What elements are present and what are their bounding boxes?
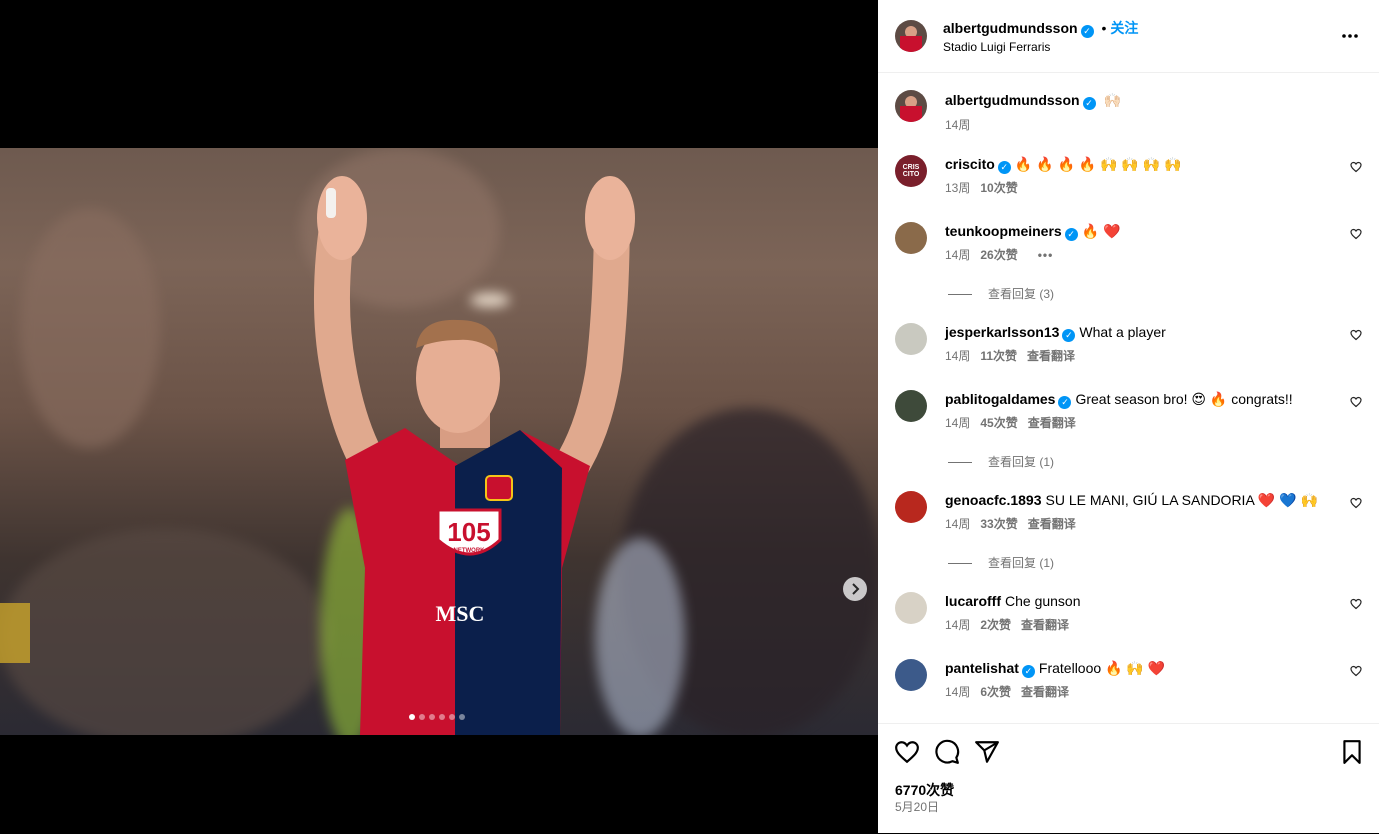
comment-like-count[interactable]: 26次赞 bbox=[980, 248, 1017, 262]
post-location[interactable]: Stadio Luigi Ferraris bbox=[943, 40, 1050, 54]
chevron-right-icon bbox=[852, 583, 860, 595]
comment-like-count[interactable]: 11次赞 bbox=[980, 349, 1017, 363]
comment-username[interactable]: pantelishat bbox=[945, 660, 1019, 676]
comment-username[interactable]: pablitogaldames bbox=[945, 391, 1055, 407]
comment-username[interactable]: criscito bbox=[945, 156, 995, 172]
comment-text: Fratellooo 🔥 🙌 ❤️ bbox=[1038, 660, 1166, 676]
avatar[interactable] bbox=[895, 659, 927, 691]
view-replies-label[interactable]: 查看回复 (3) bbox=[988, 287, 1054, 301]
avatar[interactable] bbox=[895, 90, 927, 122]
caption-text: 🙌🏻 bbox=[1103, 92, 1121, 108]
share-icon[interactable] bbox=[974, 739, 1000, 765]
comment-like-heart-icon[interactable] bbox=[1350, 497, 1362, 509]
avatar[interactable]: CRIS CITO bbox=[895, 155, 927, 187]
post-actions: 6770次赞 5月20日 bbox=[878, 723, 1379, 834]
carousel-next-button[interactable] bbox=[843, 577, 867, 601]
caption-age: 14周 bbox=[945, 118, 971, 132]
comment-text: 🔥 ❤️ bbox=[1081, 223, 1121, 239]
post-photo[interactable]: 105 NETWORK MSC bbox=[0, 148, 878, 735]
shirt-sponsor-text: MSC bbox=[436, 601, 485, 626]
see-translation-link[interactable]: 查看翻译 bbox=[1028, 416, 1076, 430]
comment-like-heart-icon[interactable] bbox=[1350, 161, 1362, 173]
comment-age: 14周 bbox=[945, 248, 971, 262]
comment-like-count[interactable]: 45次赞 bbox=[980, 416, 1017, 430]
comment-like-count[interactable]: 10次赞 bbox=[980, 181, 1017, 195]
comment-like-count[interactable]: 33次赞 bbox=[980, 517, 1017, 531]
avatar[interactable] bbox=[895, 491, 927, 523]
see-translation-link[interactable]: 查看翻译 bbox=[1021, 685, 1069, 699]
comment-like-heart-icon[interactable] bbox=[1350, 228, 1362, 240]
view-replies-link[interactable]: 查看回复 (3) bbox=[948, 285, 1054, 302]
comment-like-heart-icon[interactable] bbox=[1350, 598, 1362, 610]
carousel-dot[interactable] bbox=[439, 714, 445, 720]
view-replies-label[interactable]: 查看回复 (1) bbox=[988, 455, 1054, 469]
comment-like-count[interactable]: 2次赞 bbox=[980, 618, 1011, 632]
verified-badge-icon: ✓ bbox=[1021, 665, 1035, 678]
view-replies-link[interactable]: 查看回复 (1) bbox=[948, 554, 1054, 571]
comment-text: Great season bro! 😍 🔥 congrats!! bbox=[1075, 391, 1293, 407]
verified-badge-icon: ✓ bbox=[1064, 228, 1078, 241]
comment-icon[interactable] bbox=[934, 739, 960, 765]
comment-like-heart-icon[interactable] bbox=[1350, 665, 1362, 677]
avatar[interactable] bbox=[895, 592, 927, 624]
separator-dot: • bbox=[1101, 20, 1107, 36]
avatar[interactable] bbox=[895, 20, 927, 52]
shirt-sponsor-badge: 105 bbox=[447, 517, 490, 547]
verified-badge-icon: ✓ bbox=[1080, 25, 1094, 38]
comment-text: Che gunson bbox=[1005, 593, 1081, 609]
comment-more-icon[interactable]: ••• bbox=[1038, 248, 1054, 262]
comment-text: SU LE MANI, GIÚ LA SANDORIA ❤️ 💙 🙌 bbox=[1045, 492, 1318, 508]
avatar[interactable] bbox=[895, 222, 927, 254]
player-figure: 105 NETWORK MSC bbox=[313, 176, 635, 735]
post-header: albertgudmundsson ✓ • 关注 Stadio Luigi Ferr… bbox=[878, 0, 1379, 73]
post-side-panel: albertgudmundsson ✓ • 关注 Stadio Luigi Ferr… bbox=[878, 0, 1379, 833]
carousel-dot[interactable] bbox=[429, 714, 435, 720]
carousel-dot[interactable] bbox=[449, 714, 455, 720]
see-translation-link[interactable]: 查看翻译 bbox=[1027, 349, 1075, 363]
caption-username[interactable]: albertgudmundsson bbox=[945, 92, 1080, 108]
bookmark-icon[interactable] bbox=[1339, 739, 1365, 765]
comment-age: 14周 bbox=[945, 618, 971, 632]
carousel-dot[interactable] bbox=[409, 714, 415, 720]
comment-username[interactable]: jesperkarlsson13 bbox=[945, 324, 1059, 340]
shirt-sponsor-badge-sub: NETWORK bbox=[454, 548, 486, 554]
carousel-indicators bbox=[409, 714, 465, 720]
comment-age: 13周 bbox=[945, 181, 971, 195]
comment-username[interactable]: teunkoopmeiners bbox=[945, 223, 1062, 239]
comment-like-heart-icon[interactable] bbox=[1350, 329, 1362, 341]
view-replies-link[interactable]: 查看回复 (1) bbox=[948, 453, 1054, 470]
carousel-dot[interactable] bbox=[459, 714, 465, 720]
comment-text: What a player bbox=[1079, 324, 1166, 340]
post-author-username[interactable]: albertgudmundsson bbox=[943, 20, 1078, 36]
comment-like-heart-icon[interactable] bbox=[1350, 396, 1362, 408]
comment-like-count[interactable]: 6次赞 bbox=[980, 685, 1011, 699]
view-replies-label[interactable]: 查看回复 (1) bbox=[988, 556, 1054, 570]
post-media: 105 NETWORK MSC bbox=[0, 0, 878, 833]
comment-username[interactable]: lucarofff bbox=[945, 593, 1001, 609]
avatar[interactable] bbox=[895, 390, 927, 422]
post-date[interactable]: 5月20日 bbox=[895, 798, 939, 815]
see-translation-link[interactable]: 查看翻译 bbox=[1028, 517, 1076, 531]
more-options-icon[interactable] bbox=[1341, 33, 1359, 39]
comment-text: 🔥 🔥 🔥 🔥 🙌 🙌 🙌 🙌 bbox=[1014, 156, 1182, 172]
see-translation-link[interactable]: 查看翻译 bbox=[1021, 618, 1069, 632]
avatar[interactable] bbox=[895, 323, 927, 355]
comment-username[interactable]: genoacfc.1893 bbox=[945, 492, 1042, 508]
verified-badge-icon: ✓ bbox=[1062, 329, 1076, 342]
like-count[interactable]: 6770次赞 bbox=[895, 780, 954, 800]
carousel-dot[interactable] bbox=[419, 714, 425, 720]
follow-button[interactable]: 关注 bbox=[1110, 20, 1138, 36]
verified-badge-icon: ✓ bbox=[997, 161, 1011, 174]
comment-age: 14周 bbox=[945, 349, 971, 363]
comment-age: 14周 bbox=[945, 685, 971, 699]
comment-age: 14周 bbox=[945, 416, 971, 430]
verified-badge-icon: ✓ bbox=[1058, 396, 1072, 409]
verified-badge-icon: ✓ bbox=[1082, 97, 1096, 110]
like-heart-icon[interactable] bbox=[894, 739, 920, 765]
comment-age: 14周 bbox=[945, 517, 971, 531]
